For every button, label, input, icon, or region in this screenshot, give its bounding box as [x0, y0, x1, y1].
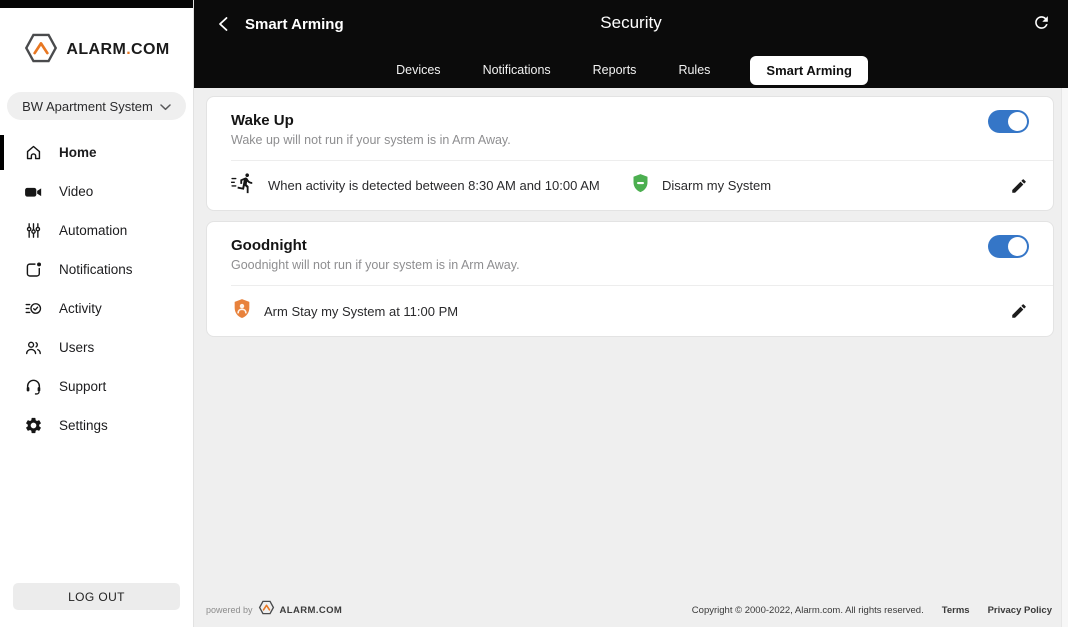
footer-hexagon-logo-icon: [258, 600, 275, 620]
goodnight-scene-header: Goodnight Goodnight will not run if your…: [207, 222, 1053, 285]
copyright-text: Copyright © 2000-2022, Alarm.com. All ri…: [691, 604, 924, 616]
main-panel: Smart Arming Security Devices Notificati…: [194, 0, 1068, 627]
scene-description: Goodnight will not run if your system is…: [231, 258, 520, 272]
sidebar-item-activity[interactable]: Activity: [0, 289, 193, 328]
gear-icon: [23, 416, 43, 436]
footer-logo-wordmark: ALARM.COM: [279, 604, 343, 616]
sidebar-item-label: Automation: [59, 223, 128, 238]
sidebar: ALARM.COM BW Apartment System Home Video: [0, 0, 194, 627]
tab-smart-arming[interactable]: Smart Arming: [750, 55, 868, 85]
back-chevron-icon[interactable]: [216, 15, 234, 33]
sidebar-item-home[interactable]: Home: [0, 133, 193, 172]
sidebar-nav: Home Video Automation Notifications Acti…: [0, 133, 193, 445]
sidebar-item-label: Users: [59, 340, 95, 355]
sliders-icon: [23, 221, 43, 241]
notification-square-icon: [23, 260, 43, 280]
tab-notifications[interactable]: Notifications: [481, 55, 553, 85]
sidebar-item-label: Settings: [59, 418, 108, 433]
sidebar-item-automation[interactable]: Automation: [0, 211, 193, 250]
page-header: Smart Arming Security Devices Notificati…: [194, 0, 1068, 88]
security-tabs: Devices Notifications Reports Rules Smar…: [194, 55, 1068, 85]
home-icon: [23, 143, 43, 163]
log-out-button[interactable]: LOG OUT: [13, 583, 180, 610]
sidebar-item-settings[interactable]: Settings: [0, 406, 193, 445]
back-button-label[interactable]: Smart Arming: [245, 16, 344, 33]
tab-devices[interactable]: Devices: [394, 55, 442, 85]
vertical-scrollbar[interactable]: [1061, 88, 1068, 627]
system-selector-dropdown[interactable]: BW Apartment System: [7, 92, 186, 120]
sidebar-item-label: Activity: [59, 301, 102, 316]
edit-pencil-icon[interactable]: [1009, 176, 1029, 196]
goodnight-scene-card: Goodnight Goodnight will not run if your…: [206, 221, 1054, 337]
sidebar-item-video[interactable]: Video: [0, 172, 193, 211]
sidebar-item-label: Home: [59, 145, 97, 160]
sidebar-top-strip: [0, 0, 193, 8]
rule-trigger-text: When activity is detected between 8:30 A…: [268, 178, 600, 193]
arm-stay-shield-icon: [231, 297, 253, 325]
system-selector-label: BW Apartment System: [22, 98, 153, 114]
toggle-knob: [1008, 112, 1027, 131]
disarm-shield-icon: [630, 172, 651, 199]
rule-action-text: Disarm my System: [662, 178, 772, 193]
video-camera-icon: [23, 182, 43, 202]
terms-link[interactable]: Terms: [942, 605, 970, 616]
activity-check-icon: [23, 299, 43, 319]
app-window: ALARM.COM BW Apartment System Home Video: [0, 0, 1068, 627]
alarm-hexagon-logo-icon: [23, 32, 59, 69]
tab-reports[interactable]: Reports: [591, 55, 639, 85]
toggle-knob: [1008, 237, 1027, 256]
smart-arming-content: Wake Up Wake up will not run if your sys…: [194, 88, 1068, 627]
rule-trigger-text: Arm Stay my System at 11:00 PM: [264, 303, 459, 319]
headset-icon: [23, 377, 43, 397]
wake-up-rule-row: When activity is detected between 8:30 A…: [207, 161, 1053, 210]
logo-wordmark: ALARM.COM: [66, 41, 170, 58]
running-person-icon: [230, 172, 257, 199]
sidebar-item-label: Support: [59, 379, 107, 394]
sidebar-item-label: Notifications: [59, 262, 133, 277]
page-footer: powered by ALARM.COM Copyright © 2000-20…: [206, 600, 1054, 627]
scene-description: Wake up will not run if your system is i…: [231, 133, 511, 147]
sidebar-item-notifications[interactable]: Notifications: [0, 250, 193, 289]
scene-title: Goodnight: [231, 237, 307, 254]
alarm-com-logo: ALARM.COM: [0, 8, 193, 92]
chevron-down-icon: [160, 99, 171, 114]
sidebar-item-label: Video: [59, 184, 94, 199]
wake-up-toggle[interactable]: [988, 110, 1029, 133]
powered-by-label: powered by: [206, 605, 253, 615]
wake-up-scene-header: Wake Up Wake up will not run if your sys…: [207, 97, 1053, 160]
users-icon: [23, 338, 43, 358]
edit-pencil-icon[interactable]: [1009, 301, 1029, 321]
privacy-policy-link[interactable]: Privacy Policy: [988, 605, 1052, 616]
sidebar-item-users[interactable]: Users: [0, 328, 193, 367]
refresh-icon[interactable]: [1032, 13, 1052, 33]
goodnight-rule-row: Arm Stay my System at 11:00 PM: [207, 286, 1053, 336]
scene-title: Wake Up: [231, 112, 294, 129]
wake-up-scene-card: Wake Up Wake up will not run if your sys…: [206, 96, 1054, 211]
tab-rules[interactable]: Rules: [676, 55, 712, 85]
sidebar-item-support[interactable]: Support: [0, 367, 193, 406]
page-title: Security: [600, 13, 662, 32]
goodnight-toggle[interactable]: [988, 235, 1029, 258]
